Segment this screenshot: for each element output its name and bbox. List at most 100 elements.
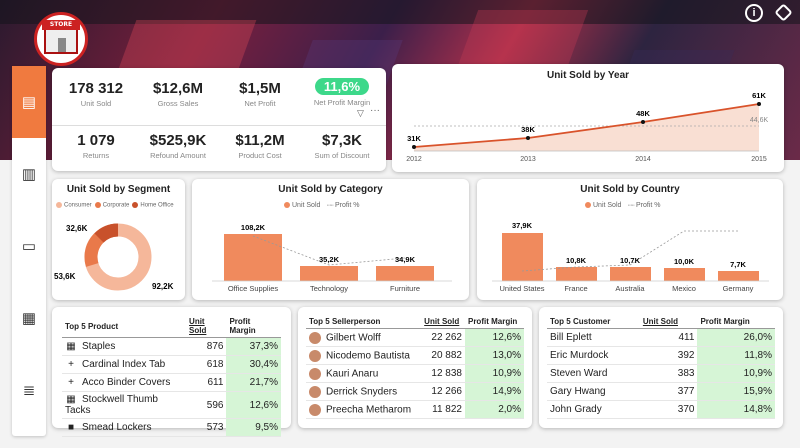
column-header[interactable]: Unit Sold xyxy=(421,315,465,329)
units-cell: 596 xyxy=(186,391,227,419)
sidebar-item-payments[interactable]: ▭ xyxy=(12,210,46,282)
column-header[interactable]: Top 5 Customer xyxy=(547,315,640,329)
sidebar-item-charts[interactable]: ▥ xyxy=(12,138,46,210)
seller-name: Preecha Metharom xyxy=(326,404,412,416)
bar-chart-icon: ▥ xyxy=(21,166,37,183)
table-row[interactable]: Gilbert Wolff 22 262 12,6% xyxy=(306,328,524,347)
margin-cell: 2,0% xyxy=(464,400,524,419)
kpi-net-profit-margin: 11,6% Net Profit Margin xyxy=(298,78,386,107)
units-cell: 876 xyxy=(186,337,227,356)
customer-name: Eric Murdock xyxy=(547,346,640,365)
units-cell: 12 266 xyxy=(421,382,465,401)
data-label: 92,2K xyxy=(152,282,174,291)
sidebar-item-overview[interactable]: ▤ xyxy=(12,66,46,138)
customer-name: Steven Ward xyxy=(547,364,640,383)
kpi-unit-sold: 178 312 Unit Sold xyxy=(52,80,140,108)
table-row[interactable]: John Grady 370 14,8% xyxy=(547,400,775,419)
table-row[interactable]: Bill Eplett 411 26,0% xyxy=(547,328,775,347)
table-row[interactable]: Derrick Snyders 12 266 14,9% xyxy=(306,382,524,401)
data-label: 32,6K xyxy=(66,224,88,233)
kpi-returns: 1 079 Returns xyxy=(52,132,140,160)
margin-cell: 11,8% xyxy=(697,346,775,365)
info-icon[interactable]: i xyxy=(745,4,763,22)
kpi-label: Sum of Discount xyxy=(314,151,370,160)
table-row[interactable]: Gary Hwang 377 15,9% xyxy=(547,382,775,401)
table-row[interactable]: Kauri Anaru 12 838 10,9% xyxy=(306,364,524,383)
donut-slice-home-office xyxy=(94,223,119,243)
segment-donut: 32,6K 53,6K 92,2K xyxy=(54,223,174,291)
bar-mexico[interactable] xyxy=(664,268,705,281)
data-label: 10,7K xyxy=(620,256,641,265)
avatar xyxy=(309,367,321,380)
product-icon: ■ xyxy=(67,422,75,433)
kpi-sum-of-discount: $7,3K Sum of Discount xyxy=(298,132,386,160)
column-header[interactable]: Top 5 Product xyxy=(62,315,187,338)
data-label: 10,8K xyxy=(566,256,587,265)
product-name: Cardinal Index Tab xyxy=(82,359,166,370)
kpi-label: Unit Sold xyxy=(80,99,112,108)
table-row[interactable]: + Cardinal Index Tab 618 30,4% xyxy=(62,355,281,374)
customers-table: Top 5 Customer Unit Sold Profit Margin B… xyxy=(547,315,775,419)
units-cell: 611 xyxy=(186,373,227,392)
document-icon: ▤ xyxy=(21,94,37,111)
kpi-panel: 178 312 Unit Sold $12,6M Gross Sales $1,5M… xyxy=(52,68,386,171)
bar-united-states[interactable] xyxy=(502,233,543,281)
column-header[interactable]: Unit Sold xyxy=(639,315,698,329)
data-label: 31K xyxy=(407,134,421,143)
bar-australia[interactable] xyxy=(610,267,651,281)
customer-name: Gary Hwang xyxy=(547,382,640,401)
profit-line xyxy=(521,230,738,272)
table-icon: ▦ xyxy=(21,310,37,327)
column-header[interactable]: Profit Margin xyxy=(697,315,775,329)
products-table: Top 5 Product Unit Sold Profit Margin ▦ S… xyxy=(62,315,281,437)
x-tick: Australia xyxy=(615,284,645,293)
column-header[interactable]: Profit Margin xyxy=(464,315,524,329)
bar-furniture[interactable] xyxy=(376,266,434,281)
avatar xyxy=(309,403,321,416)
data-label: 7,7K xyxy=(730,260,746,269)
kpi-label: Refound Amount xyxy=(150,151,206,160)
avatar xyxy=(309,385,321,398)
eraser-icon[interactable] xyxy=(774,3,793,22)
data-label: 108,2K xyxy=(241,223,266,232)
table-row[interactable]: ▦ Stockwell Thumb Tacks 596 12,6% xyxy=(62,391,281,419)
country-chart-panel: Unit Sold by Country Unit Sold ····· Pro… xyxy=(477,179,783,300)
column-header[interactable]: Unit Sold xyxy=(186,315,227,338)
table-row[interactable]: ■ Smead Lockers 573 9,5% xyxy=(62,418,281,437)
bar-france[interactable] xyxy=(556,267,597,281)
product-name: Smead Lockers xyxy=(82,422,152,433)
point-2012 xyxy=(412,145,416,149)
bar-office-supplies[interactable] xyxy=(224,234,282,281)
table-row[interactable]: Steven Ward 383 10,9% xyxy=(547,364,775,383)
table-row[interactable]: Eric Murdock 392 11,8% xyxy=(547,346,775,365)
customers-table-panel: Top 5 Customer Unit Sold Profit Margin B… xyxy=(539,307,783,428)
margin-cell: 13,0% xyxy=(464,346,524,365)
table-row[interactable]: + Acco Binder Covers 611 21,7% xyxy=(62,373,281,392)
product-name: Stockwell Thumb Tacks xyxy=(65,394,158,416)
seller-name: Kauri Anaru xyxy=(326,368,379,380)
category-chart-panel: Unit Sold by Category Unit Sold ····· Pr… xyxy=(192,179,469,300)
avatar xyxy=(309,349,321,362)
seller-name: Nicodemo Bautista xyxy=(326,350,410,362)
segment-chart-panel: Unit Sold by Segment Consumer Corporate … xyxy=(52,179,185,300)
table-row[interactable]: ▦ Staples 876 37,3% xyxy=(62,337,281,356)
column-header[interactable]: Top 5 Sellerperson xyxy=(306,315,422,329)
column-header[interactable]: Profit Margin xyxy=(226,315,281,338)
table-row[interactable]: Nicodemo Bautista 20 882 13,0% xyxy=(306,346,524,365)
point-2014 xyxy=(641,120,645,124)
more-options-icon[interactable]: ··· xyxy=(370,105,380,116)
sidebar-item-database[interactable]: ≣ xyxy=(12,354,46,426)
margin-cell: 10,9% xyxy=(697,364,775,383)
point-2013 xyxy=(526,136,530,140)
bar-germany[interactable] xyxy=(718,271,759,281)
x-tick: Mexico xyxy=(672,284,696,293)
table-row[interactable]: Preecha Metharom 11 822 2,0% xyxy=(306,400,524,419)
margin-cell: 14,9% xyxy=(464,382,524,401)
sidebar-item-table[interactable]: ▦ xyxy=(12,282,46,354)
data-label: 48K xyxy=(636,109,650,118)
x-tick: 2014 xyxy=(635,156,651,163)
bar-technology[interactable] xyxy=(300,266,358,281)
units-cell: 20 882 xyxy=(421,346,465,365)
filter-icon[interactable]: ▽ xyxy=(357,108,364,119)
units-cell: 11 822 xyxy=(421,400,465,419)
